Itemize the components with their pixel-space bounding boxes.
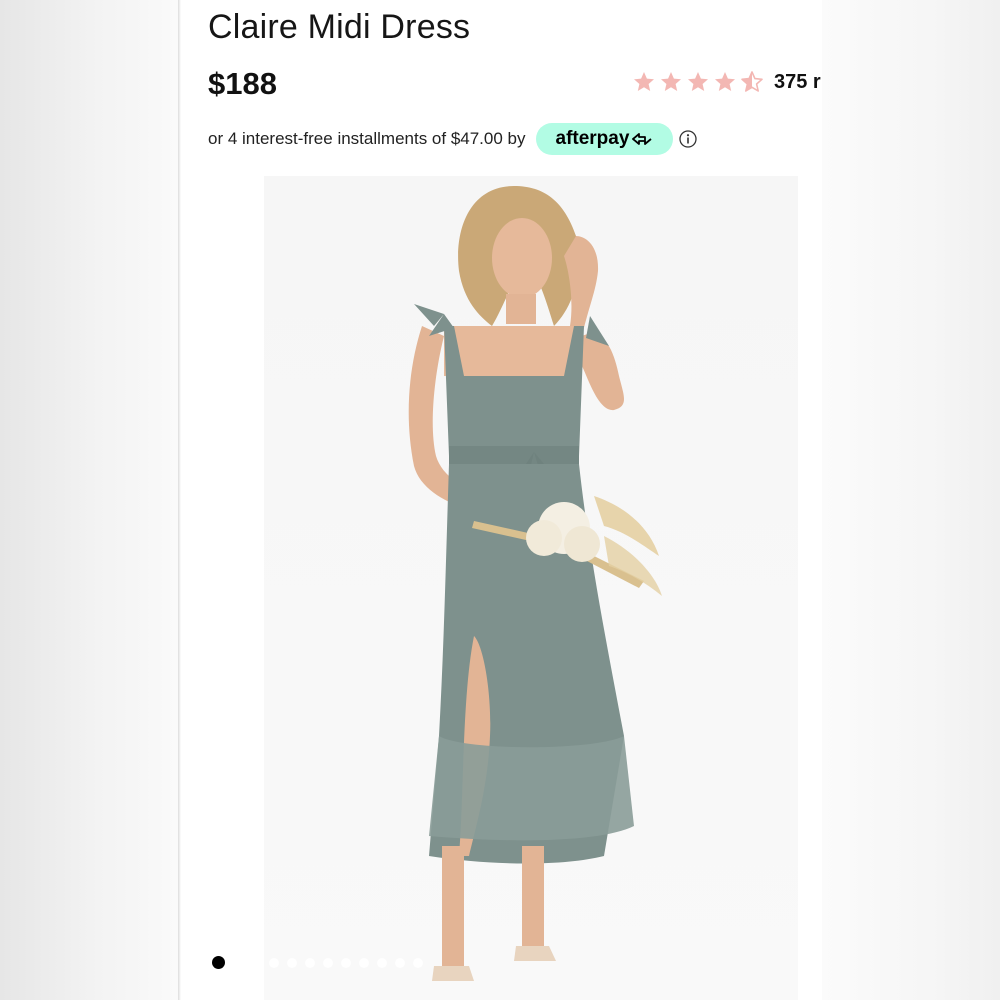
left-background	[0, 0, 178, 1000]
star-icon	[634, 72, 654, 91]
afterpay-arrow-icon	[632, 133, 652, 145]
info-icon[interactable]	[679, 130, 698, 148]
carousel-dot[interactable]	[287, 957, 297, 968]
carousel-dot[interactable]	[269, 957, 279, 968]
star-icon	[661, 72, 681, 91]
carousel-dot[interactable]	[323, 957, 333, 968]
afterpay-label: afterpay	[555, 128, 630, 149]
dress-illustration	[408, 186, 662, 981]
right-background	[822, 0, 1000, 1000]
carousel-dots	[212, 956, 423, 969]
carousel-dot[interactable]	[359, 957, 369, 968]
review-count[interactable]: 375 r	[774, 71, 821, 94]
rating-stars	[632, 70, 764, 94]
carousel-dot[interactable]	[233, 957, 243, 968]
product-title: Claire Midi Dress	[208, 8, 471, 46]
product-image[interactable]	[264, 176, 798, 1000]
carousel-dot[interactable]	[413, 957, 423, 968]
carousel-dot[interactable]	[305, 957, 315, 968]
product-panel: Claire Midi Dress $188 375 r or 4 intere…	[178, 0, 822, 1000]
carousel-dot[interactable]	[341, 957, 351, 968]
product-price: $188	[208, 66, 277, 101]
carousel-dot-active[interactable]	[212, 956, 225, 969]
carousel-dot[interactable]	[377, 957, 387, 968]
star-icon	[688, 72, 708, 91]
panel-edge	[178, 0, 181, 1000]
carousel-dot[interactable]	[395, 957, 405, 968]
installments-text: or 4 interest-free installments of $47.0…	[208, 129, 526, 148]
afterpay-badge[interactable]: afterpay	[535, 123, 674, 155]
carousel-dot[interactable]	[251, 957, 261, 968]
installments-row: or 4 interest-free installments of $47.0…	[208, 122, 698, 156]
star-half-icon	[741, 71, 763, 92]
product-rating[interactable]: 375 r	[632, 70, 821, 94]
star-icon	[715, 72, 735, 91]
